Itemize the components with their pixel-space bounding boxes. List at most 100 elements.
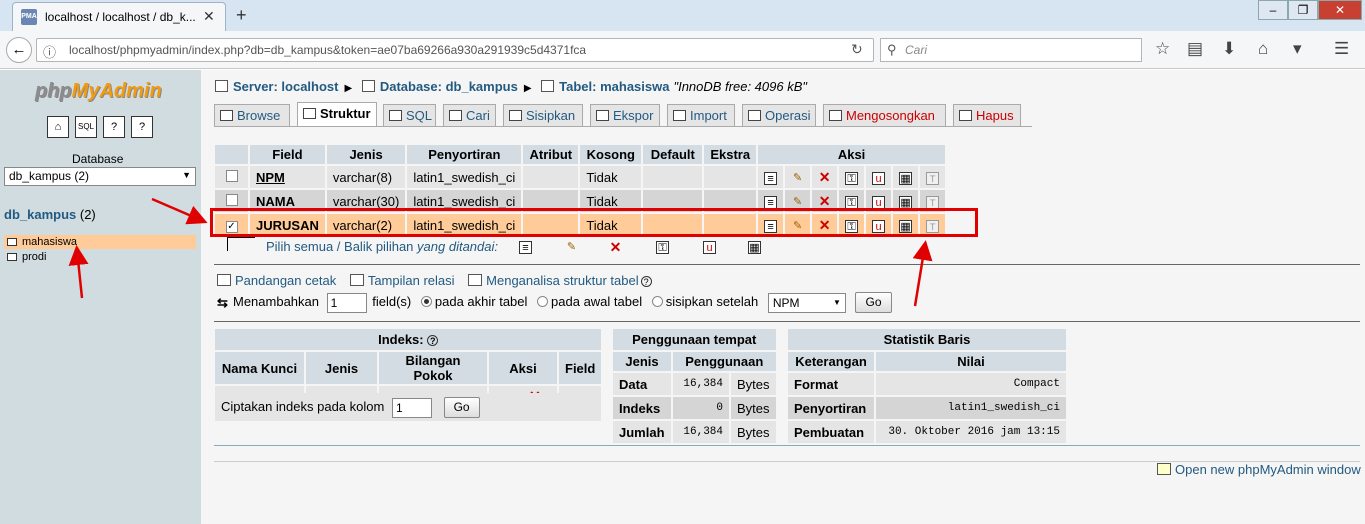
browse-icon [220,110,233,121]
reading-list-icon[interactable]: ▤ [1187,39,1203,59]
edit-icon[interactable]: ✎ [791,172,804,185]
primary-key-icon[interactable]: ⚿ [845,195,859,209]
sidebar-table-prodi[interactable]: prodi [4,250,196,264]
tab-hapus[interactable]: Hapus [953,104,1021,126]
tab-import[interactable]: Import [667,104,735,126]
minimize-window-button[interactable]: – [1258,0,1288,20]
phpmyadmin-logo[interactable]: phpMyAdmin [35,80,162,103]
chevron-down-icon: ▼ [832,297,841,307]
relation-view-link[interactable]: Tampilan relasi [368,273,455,288]
header-collation: Penyortiran [407,145,522,164]
info-icon[interactable]: ⓘ [43,42,56,61]
bulk-edit-icon[interactable]: ✎ [565,241,578,254]
bulk-index-icon[interactable]: ▦ [748,241,761,254]
tab-title: localhost / localhost / db_k... [45,10,196,24]
divider [214,445,1360,446]
tab-sql[interactable]: SQL [383,104,436,126]
sql-query-icon[interactable]: SQL [75,116,97,138]
add-column-icon: ⇆ [217,294,228,310]
index-icon[interactable]: ▦ [899,195,913,209]
sidebar-table-mahasiswa[interactable]: mahasiswa [4,235,196,249]
address-bar[interactable]: ⓘ localhost/phpmyadmin/index.php?db=db_k… [36,38,874,62]
download-icon[interactable]: ⬇ [1222,39,1236,59]
usage-value: 16,384 [673,421,729,443]
home-icon[interactable]: ⌂ [1258,39,1268,59]
header-index-type: Jenis [306,352,377,384]
search-bar[interactable]: ⚲ Cari [880,38,1142,62]
close-tab-icon[interactable]: ✕ [203,8,215,25]
fulltext-icon[interactable]: T [926,195,940,209]
header-type: Jenis [326,145,406,164]
docs-icon[interactable]: ? [131,116,153,138]
field-type: varchar(8) [326,166,406,188]
radio-begin-of-table[interactable] [537,295,549,307]
bulk-unique-icon[interactable]: u [703,241,716,254]
database-select[interactable]: db_kampus (2) ▼ [4,167,196,186]
field-null: Tidak [580,166,642,188]
usage-row: Data 16,384 Bytes [613,373,776,395]
header-default: Default [643,145,703,164]
add-fields-count-input[interactable]: 1 [326,292,367,313]
export-icon [596,110,609,121]
home-icon[interactable]: ⌂ [47,116,69,138]
sidebar-db-name[interactable]: db_kampus (2) [4,207,96,222]
stat-value: latin1_swedish_ci [876,397,1066,419]
help-icon[interactable]: ? [427,335,439,346]
maximize-window-button[interactable]: ❐ [1288,0,1318,20]
create-index-count-input[interactable]: 1 [391,397,432,418]
row-checkbox[interactable] [225,193,238,206]
check-all-link[interactable]: Pilih semua / Balik pilihan [266,239,413,254]
close-window-button[interactable]: ✕ [1318,0,1362,20]
bulk-browse-icon[interactable]: ≡ [519,241,532,254]
browser-tab[interactable]: PMA localhost / localhost / db_k... ✕ [12,2,226,31]
bookmark-star-icon[interactable]: ☆ [1155,39,1170,59]
tab-struktur[interactable]: Struktur [297,102,377,126]
unique-icon[interactable]: u [872,195,886,209]
bulk-drop-icon[interactable]: ✕ [609,240,622,254]
drop-icon[interactable]: ✕ [818,170,831,184]
drop-icon[interactable]: ✕ [818,194,831,208]
tab-sisipkan[interactable]: Sisipkan [503,104,583,126]
sql-icon [389,110,402,121]
tab-browse[interactable]: Browse [214,104,290,126]
tab-cari[interactable]: Cari [443,104,496,126]
add-fields-go-button[interactable]: Go [855,292,892,313]
menu-icon[interactable]: ☰ [1334,39,1349,59]
index-icon[interactable]: ▦ [899,171,913,185]
tab-operasi[interactable]: Operasi [742,104,816,126]
row-checkbox[interactable] [225,169,238,182]
fulltext-icon[interactable]: T [926,171,940,185]
server-icon [215,80,228,92]
pocket-icon[interactable]: ▾ [1293,39,1302,59]
structure-icon [303,108,316,119]
unique-icon[interactable]: u [872,171,886,185]
breadcrumb-database[interactable]: Database: db_kampus [380,79,518,94]
breadcrumb-server[interactable]: Server: localhost [233,79,339,94]
help-icon[interactable]: ? [103,116,125,138]
new-tab-button[interactable]: + [236,5,247,26]
fields-label: field(s) [372,293,412,309]
browse-distinct-icon[interactable]: ≡ [764,195,778,209]
usage-unit: Bytes [731,397,776,419]
innodb-free: "InnoDB free: 4096 kB" [673,79,807,94]
help-icon[interactable]: ? [640,276,652,287]
primary-key-icon[interactable]: ⚿ [845,171,859,185]
back-button[interactable]: ← [6,37,32,63]
radio-after-column[interactable] [651,295,663,307]
browser-nav-bar: ← ⓘ localhost/phpmyadmin/index.php?db=db… [0,31,1365,69]
breadcrumb-table[interactable]: Tabel: mahasiswa [559,79,669,94]
print-view-link[interactable]: Pandangan cetak [235,273,336,288]
tab-ekspor[interactable]: Ekspor [590,104,660,126]
tab-mengosongkan[interactable]: Mengosongkan [823,104,946,126]
header-checkbox [215,145,248,164]
analyze-structure-link[interactable]: Menganalisa struktur tabel [486,273,638,288]
table-links: Pandangan cetak Tampilan relasi Menganal… [217,273,652,288]
open-new-window-label: Open new phpMyAdmin window [1175,462,1361,477]
reload-icon[interactable]: ↻ [851,41,863,58]
browse-distinct-icon[interactable]: ≡ [764,171,778,185]
bulk-primary-icon[interactable]: ⚿ [656,241,669,254]
create-index-go-button[interactable]: Go [443,397,480,418]
after-column-select[interactable]: NPM ▼ [767,292,846,313]
open-new-window-link[interactable]: Open new phpMyAdmin window [1157,462,1361,477]
radio-end-of-table[interactable] [420,295,432,307]
